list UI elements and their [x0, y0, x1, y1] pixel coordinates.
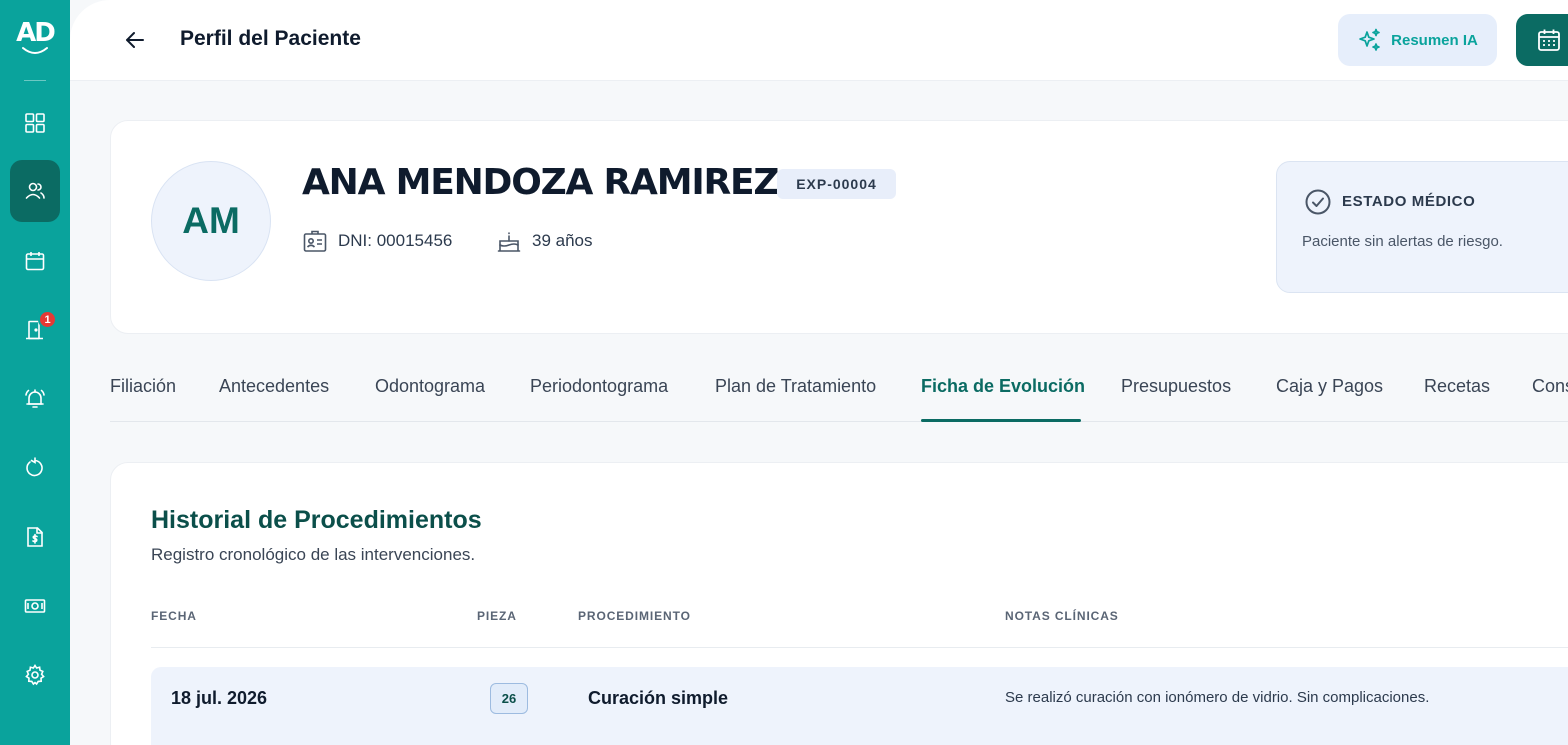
sidebar-item-alerts[interactable] — [10, 368, 60, 430]
bell-icon — [25, 389, 45, 408]
medical-status-card — [1276, 161, 1568, 293]
history-subtitle: Registro cronológico de las intervencion… — [151, 545, 476, 564]
table-row[interactable] — [151, 667, 1568, 745]
check-circle-icon — [1305, 189, 1331, 215]
tab-recetas[interactable]: Recetas — [1424, 376, 1490, 397]
back-button[interactable] — [120, 26, 150, 54]
patient-dni: DNI: 00015456 — [302, 228, 452, 254]
tab-ficha-evolucion[interactable]: Ficha de Evolución — [921, 376, 1085, 397]
sidebar-item-billing[interactable] — [10, 506, 60, 568]
record-id-badge: EXP-00004 — [777, 169, 896, 199]
patient-tabs: Filiación Antecedentes Odontograma Perio… — [110, 360, 1568, 422]
age-text: 39 años — [532, 231, 593, 250]
sidebar-item-calendar[interactable] — [10, 230, 60, 292]
sidebar-item-dashboard[interactable] — [10, 92, 60, 154]
sidebar-item-door[interactable]: 1 — [10, 299, 60, 361]
tab-consentimientos[interactable]: Cons — [1532, 376, 1568, 397]
table-header-divider — [151, 647, 1568, 648]
history-icon — [26, 457, 43, 477]
active-tab-indicator — [921, 419, 1081, 422]
avatar: AM — [151, 161, 271, 281]
tab-periodontograma[interactable]: Periodontograma — [530, 376, 668, 397]
tab-filiacion[interactable]: Filiación — [110, 376, 176, 397]
medical-status-text: Paciente sin alertas de riesgo. — [1302, 233, 1503, 250]
patients-icon — [25, 182, 45, 199]
column-header-procedure: PROCEDIMIENTO — [578, 609, 691, 623]
ai-summary-button[interactable]: Resumen IA — [1338, 14, 1497, 66]
id-card-icon — [303, 230, 327, 252]
sidebar-divider — [24, 80, 46, 81]
dni-text: DNI: 00015456 — [338, 231, 453, 250]
invoice-icon — [27, 527, 43, 547]
notification-badge: 1 — [38, 310, 57, 329]
sidebar: AD 1 — [0, 0, 70, 745]
patient-age: 39 años — [496, 228, 593, 254]
patient-name: ANA MENDOZA RAMIREZ — [302, 162, 780, 203]
row-date: 18 jul. 2026 — [171, 688, 268, 708]
column-header-notes: NOTAS CLÍNICAS — [1005, 609, 1119, 623]
tab-plan-tratamiento[interactable]: Plan de Tratamiento — [715, 376, 876, 397]
cake-icon — [497, 232, 521, 252]
sidebar-item-payments[interactable] — [10, 575, 60, 637]
money-icon — [24, 599, 46, 613]
ai-summary-label: Resumen IA — [1391, 31, 1478, 49]
arrow-left-icon — [126, 32, 144, 48]
tooth-badge: 26 — [490, 683, 528, 714]
history-title: Historial de Procedimientos — [151, 506, 482, 534]
tab-presupuestos[interactable]: Presupuestos — [1121, 376, 1231, 397]
sidebar-item-patients[interactable] — [10, 160, 60, 222]
sparkles-icon — [1359, 28, 1380, 51]
medical-status-title: ESTADO MÉDICO — [1342, 193, 1476, 210]
page-title: Perfil del Paciente — [180, 27, 361, 50]
settings-icon — [25, 664, 45, 686]
calendar-icon — [25, 252, 45, 271]
tab-caja-pagos[interactable]: Caja y Pagos — [1276, 376, 1383, 397]
row-procedure: Curación simple — [588, 688, 729, 708]
dashboard-icon — [25, 113, 45, 133]
sidebar-item-settings[interactable] — [10, 644, 60, 706]
tab-odontograma[interactable]: Odontograma — [375, 376, 485, 397]
column-header-date: FECHA — [151, 609, 197, 623]
schedule-button[interactable] — [1516, 14, 1568, 66]
calendar-grid-icon — [1538, 29, 1560, 51]
row-notes: Se realizó curación con ionómero de vidr… — [1005, 689, 1430, 706]
logo-smile-icon — [22, 47, 48, 54]
tab-antecedentes[interactable]: Antecedentes — [219, 376, 329, 397]
sidebar-item-history[interactable] — [10, 437, 60, 499]
column-header-tooth: PIEZA — [477, 609, 517, 623]
